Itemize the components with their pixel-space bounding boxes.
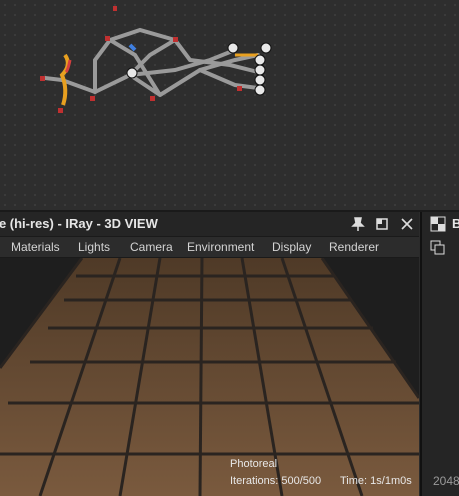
close-icon[interactable] [398,215,416,233]
tile-floor-render [0,258,419,496]
menu-camera[interactable]: Camera [130,240,173,254]
render-viewport[interactable]: Photoreal Iterations: 500/500 Time: 1s/1… [0,258,419,496]
checker-icon [430,216,446,237]
viewport-panel: ne (hi-res) - IRay - 3D VIEW Materials L… [0,212,419,496]
time-readout: Time: 1s/1m0s [340,475,412,487]
node-graph-canvas[interactable] [0,0,459,210]
menu-lights[interactable]: Lights [78,240,110,254]
right-panel: B 2048 [420,212,459,496]
render-mode-label: Photoreal [230,458,278,470]
right-panel-title: B [452,216,459,231]
viewport-menubar: Materials Lights Camera Environment Disp… [0,237,419,258]
iterations-readout: Iterations: 500/500 [230,475,322,487]
resolution-value: 2048 [433,474,459,488]
menu-materials[interactable]: Materials [11,240,60,254]
maximize-icon[interactable] [373,215,391,233]
menu-renderer[interactable]: Renderer [329,240,379,254]
menu-display[interactable]: Display [272,240,311,254]
pin-icon[interactable] [349,215,367,233]
node-graph-icon [40,6,272,113]
menu-environment[interactable]: Environment [187,240,254,254]
copy-icon[interactable] [430,240,446,261]
viewport-title: ne (hi-res) - IRay - 3D VIEW [0,216,158,231]
viewport-titlebar: ne (hi-res) - IRay - 3D VIEW [0,212,419,237]
